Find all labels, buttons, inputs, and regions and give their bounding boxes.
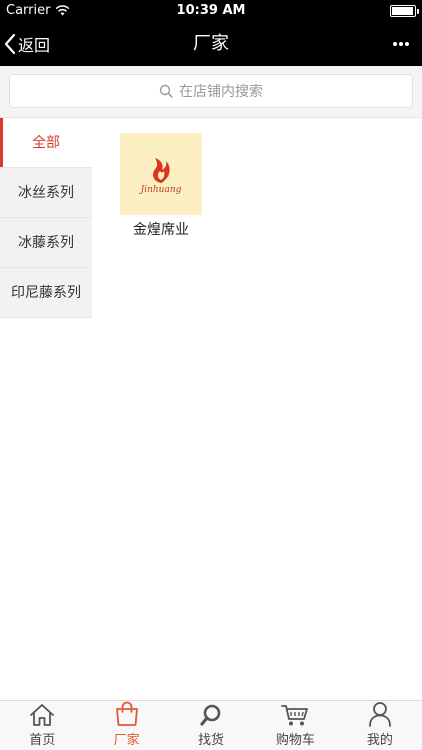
tab-me-label: 我的: [366, 733, 393, 748]
more-button[interactable]: [392, 22, 410, 66]
vendor-logo-text: Jinhuang: [140, 184, 182, 195]
shopping-bag-icon: [115, 701, 138, 726]
page-title: 厂家: [193, 33, 229, 54]
vendor-name: 金煌席业: [133, 222, 189, 238]
tab-home-label: 首页: [29, 733, 56, 748]
tab-cart-label: 购物车: [275, 733, 315, 748]
search-input[interactable]: 在店铺内搜索: [9, 74, 413, 108]
search-area: 在店铺内搜索: [0, 66, 422, 118]
category-sidebar: 全部 冰丝系列 冰藤系列 印尼藤系列: [0, 118, 92, 318]
nav-bar: 返回 厂家: [0, 22, 422, 66]
battery-icon: [390, 5, 419, 17]
flame-logo-icon: [153, 157, 170, 183]
status-time: 10:39 AM: [176, 3, 246, 18]
tab-find-label: 找货: [198, 733, 225, 748]
tab-me[interactable]: 我的: [338, 701, 422, 750]
category-item-all[interactable]: 全部: [0, 118, 92, 168]
back-label: 返回: [18, 36, 51, 55]
back-button[interactable]: 返回: [4, 22, 50, 66]
status-bar: Carrier 10:39 AM: [0, 0, 422, 22]
home-icon: [30, 704, 55, 726]
category-item-ice-rattan[interactable]: 冰藤系列: [0, 218, 92, 268]
search-icon: [159, 84, 173, 98]
category-item-ice-silk[interactable]: 冰丝系列: [0, 168, 92, 218]
vendor-logo: Jinhuang: [120, 133, 202, 215]
tab-home[interactable]: 首页: [0, 701, 84, 750]
user-icon: [368, 702, 391, 727]
tab-vendors-label: 厂家: [113, 733, 140, 748]
search-icon: [200, 704, 221, 726]
tab-bar: 首页 厂家 找货 购物车 我的: [0, 700, 422, 750]
vendor-card[interactable]: Jinhuang 金煌席业: [120, 133, 202, 239]
search-placeholder: 在店铺内搜索: [179, 84, 263, 100]
tab-cart[interactable]: 购物车: [253, 701, 337, 750]
more-icon: [393, 42, 409, 46]
category-item-indonesia-rattan[interactable]: 印尼藤系列: [0, 268, 92, 318]
chevron-left-icon: [4, 33, 16, 55]
cart-icon: [281, 705, 309, 726]
tab-find[interactable]: 找货: [169, 701, 253, 750]
tab-vendors[interactable]: 厂家: [84, 701, 168, 750]
